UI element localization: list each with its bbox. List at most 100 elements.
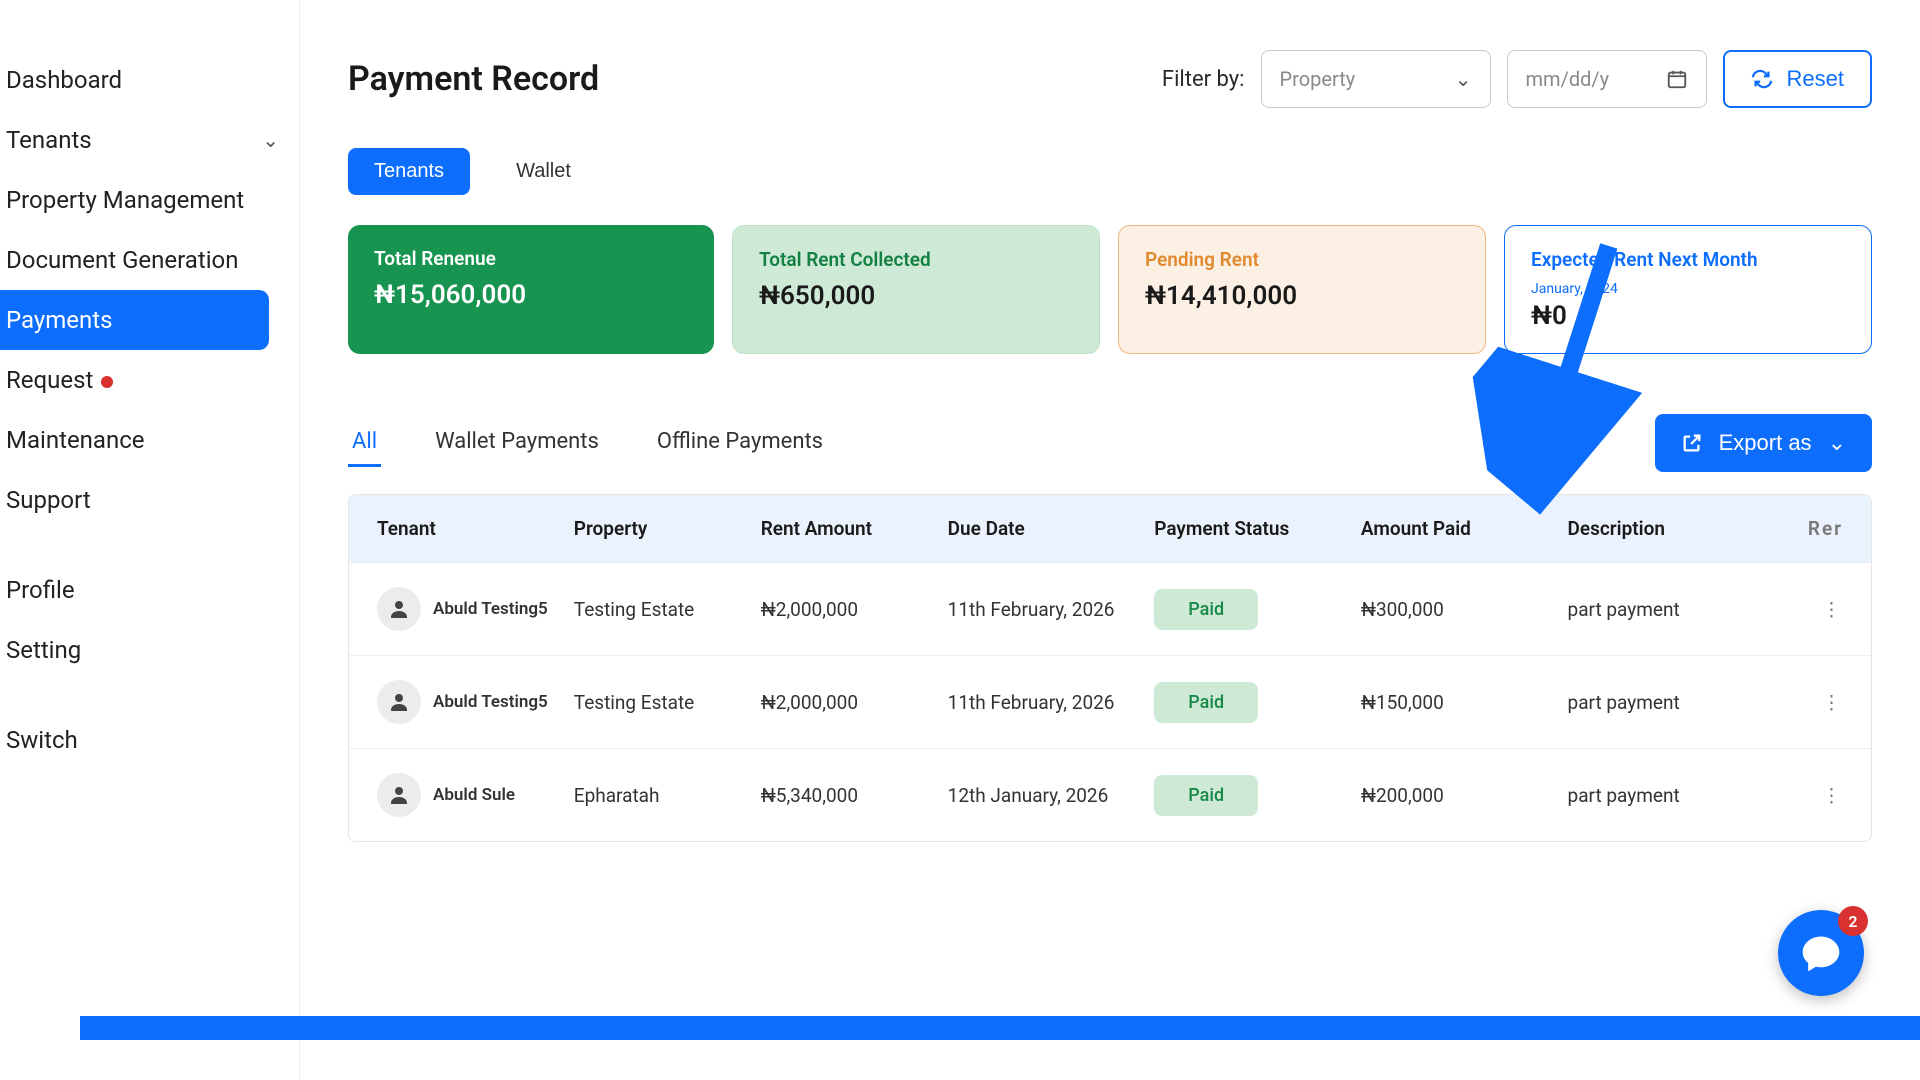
subtab-wallet-payments[interactable]: Wallet Payments [431, 419, 603, 467]
sidebar-item-tenants[interactable]: Tenants ⌄ [0, 110, 299, 170]
reset-label: Reset [1787, 66, 1844, 92]
tab-tenants[interactable]: Tenants [348, 148, 470, 195]
card-value: ₦15,060,000 [374, 280, 688, 310]
chat-icon [1799, 931, 1843, 975]
td-desc: part payment [1568, 784, 1775, 807]
card-value: ₦14,410,000 [1145, 281, 1459, 311]
chat-button[interactable]: 2 [1778, 910, 1864, 996]
avatar-icon [377, 587, 421, 631]
sidebar-item-document-generation[interactable]: Document Generation [0, 230, 299, 290]
row-actions-icon[interactable]: ⋮ [1774, 784, 1843, 807]
td-property: Testing Estate [574, 691, 761, 714]
sidebar-item-label: Maintenance [6, 426, 145, 454]
sidebar-item-maintenance[interactable]: Maintenance [0, 410, 299, 470]
primary-tabs: Tenants Wallet [348, 148, 1872, 195]
card-pending-rent: Pending Rent ₦14,410,000 [1118, 225, 1486, 354]
td-property: Testing Estate [574, 598, 761, 621]
chevron-down-icon: ⌄ [1828, 430, 1846, 456]
avatar-icon [377, 773, 421, 817]
card-expected-rent: Expected Rent Next Month January, 2024 ₦… [1504, 225, 1872, 354]
chevron-down-icon: ⌄ [262, 128, 279, 152]
avatar-icon [377, 680, 421, 724]
filter-group: Filter by: Property ⌄ mm/dd/y Reset [1162, 50, 1872, 108]
tenant-name: Abuld Sule [433, 785, 515, 805]
sidebar-item-property-management[interactable]: Property Management [0, 170, 299, 230]
chat-badge: 2 [1838, 906, 1868, 936]
th-property: Property [574, 517, 761, 540]
sidebar-item-request[interactable]: Request [0, 350, 299, 410]
sidebar-item-label: Document Generation [6, 246, 238, 274]
sidebar-item-setting[interactable]: Setting [0, 620, 299, 680]
calendar-icon [1666, 68, 1688, 90]
reset-button[interactable]: Reset [1723, 50, 1872, 108]
table-row: Abuld Sule Epharatah ₦5,340,000 12th Jan… [349, 748, 1871, 841]
notification-dot-icon [101, 376, 113, 388]
td-desc: part payment [1568, 598, 1775, 621]
filter-label: Filter by: [1162, 67, 1245, 92]
tenant-name: Abuld Testing5 [433, 599, 548, 619]
sidebar-item-payments[interactable]: Payments [0, 290, 269, 350]
external-link-icon [1681, 432, 1703, 454]
td-amount: ₦300,000 [1361, 598, 1568, 621]
th-payment-status: Payment Status [1154, 517, 1361, 540]
property-filter-select[interactable]: Property ⌄ [1261, 50, 1491, 108]
card-value: ₦650,000 [759, 281, 1073, 311]
th-overflow: Rer [1774, 517, 1843, 540]
tenant-name: Abuld Testing5 [433, 692, 548, 712]
table-row: Abuld Testing5 Testing Estate ₦2,000,000… [349, 655, 1871, 748]
sidebar-item-dashboard[interactable]: Dashboard [0, 50, 299, 110]
td-due: 12th January, 2026 [948, 784, 1155, 807]
th-tenant: Tenant [377, 517, 574, 540]
td-amount: ₦150,000 [1361, 691, 1568, 714]
sidebar-item-profile[interactable]: Profile [0, 560, 299, 620]
card-title: Total Rent Collected [759, 248, 1073, 271]
sidebar-item-label: Dashboard [6, 66, 122, 94]
td-rent: ₦2,000,000 [761, 598, 948, 621]
sidebar-item-support[interactable]: Support [0, 470, 299, 530]
tab-wallet[interactable]: Wallet [490, 148, 597, 195]
card-total-revenue: Total Renenue ₦15,060,000 [348, 225, 714, 354]
subtab-offline-payments[interactable]: Offline Payments [653, 419, 827, 467]
secondary-tabs: All Wallet Payments Offline Payments [348, 419, 827, 467]
sidebar-item-label: Request [6, 366, 113, 394]
annotation-bar [80, 1016, 1920, 1040]
sidebar-item-label: Support [6, 486, 91, 514]
card-subtitle: January, 2024 [1531, 281, 1845, 297]
sidebar-item-label: Property Management [6, 186, 244, 214]
sidebar-item-label: Switch [6, 726, 78, 754]
card-title: Pending Rent [1145, 248, 1459, 271]
subtab-all[interactable]: All [348, 419, 381, 467]
th-amount-paid: Amount Paid [1361, 517, 1568, 540]
row-actions-icon[interactable]: ⋮ [1774, 691, 1843, 714]
td-due: 11th February, 2026 [948, 691, 1155, 714]
th-description: Description [1568, 517, 1775, 540]
status-badge: Paid [1154, 775, 1258, 816]
sidebar-item-label: Payments [6, 306, 113, 334]
td-rent: ₦2,000,000 [761, 691, 948, 714]
td-amount: ₦200,000 [1361, 784, 1568, 807]
select-placeholder: Property [1280, 67, 1356, 91]
table-row: Abuld Testing5 Testing Estate ₦2,000,000… [349, 562, 1871, 655]
sidebar-item-switch[interactable]: Switch [0, 710, 299, 770]
sidebar: Dashboard Tenants ⌄ Property Management … [0, 0, 300, 1080]
td-property: Epharatah [574, 784, 761, 807]
page-title: Payment Record [348, 59, 599, 99]
status-badge: Paid [1154, 682, 1258, 723]
export-button[interactable]: Export as ⌄ [1655, 414, 1872, 472]
chevron-down-icon: ⌄ [1455, 67, 1472, 91]
refresh-icon [1751, 68, 1773, 90]
row-actions-icon[interactable]: ⋮ [1774, 598, 1843, 621]
status-badge: Paid [1154, 589, 1258, 630]
th-rent-amount: Rent Amount [761, 517, 948, 540]
sidebar-item-label: Tenants [6, 126, 92, 154]
td-due: 11th February, 2026 [948, 598, 1155, 621]
card-title: Total Renenue [374, 247, 688, 270]
table-header: Tenant Property Rent Amount Due Date Pay… [349, 495, 1871, 562]
date-placeholder: mm/dd/y [1526, 67, 1610, 91]
payments-table: Tenant Property Rent Amount Due Date Pay… [348, 494, 1872, 842]
td-rent: ₦5,340,000 [761, 784, 948, 807]
date-filter-input[interactable]: mm/dd/y [1507, 50, 1707, 108]
td-desc: part payment [1568, 691, 1775, 714]
th-due-date: Due Date [948, 517, 1155, 540]
main-content: Payment Record Filter by: Property ⌄ mm/… [300, 0, 1920, 1080]
